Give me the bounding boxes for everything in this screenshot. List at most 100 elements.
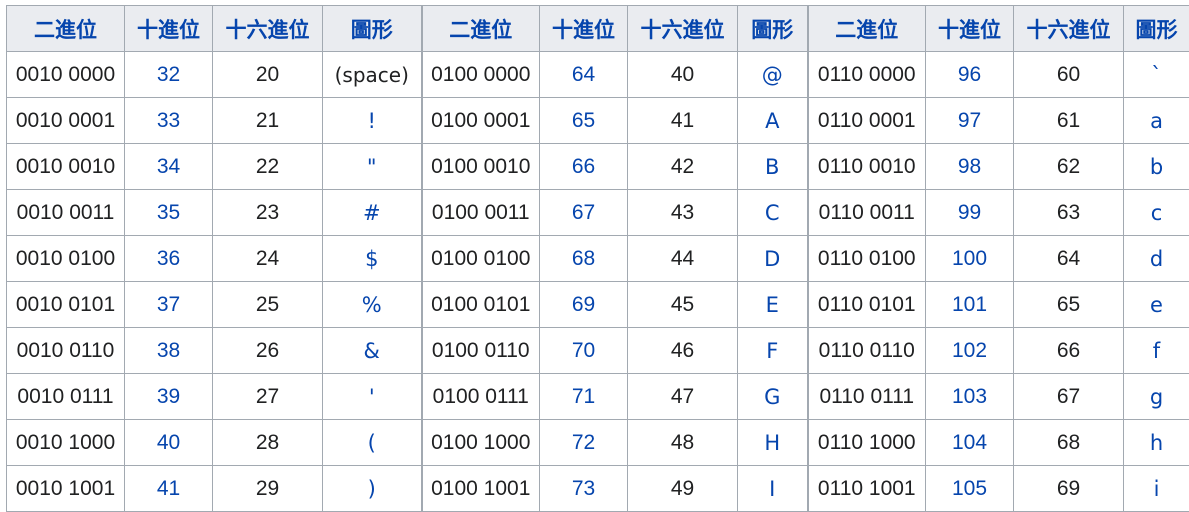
glyph-cell[interactable]: g (1124, 374, 1189, 420)
decimal-cell[interactable]: 103 (926, 374, 1014, 420)
glyph-cell-text[interactable]: F (766, 339, 778, 363)
decimal-cell-text[interactable]: 33 (157, 109, 180, 132)
header-hex-3[interactable]: 十六進位 (1014, 6, 1124, 52)
decimal-cell-text[interactable]: 73 (572, 477, 595, 500)
glyph-cell[interactable]: i (1124, 466, 1189, 512)
decimal-cell[interactable]: 64 (540, 52, 628, 98)
decimal-cell-text[interactable]: 104 (952, 431, 987, 454)
decimal-cell[interactable]: 73 (540, 466, 628, 512)
glyph-cell[interactable]: ! (323, 98, 422, 144)
glyph-cell[interactable]: # (323, 190, 422, 236)
decimal-cell-text[interactable]: 67 (572, 201, 595, 224)
decimal-cell-text[interactable]: 70 (572, 339, 595, 362)
glyph-cell-text[interactable]: " (367, 155, 377, 179)
header-label[interactable]: 二進位 (835, 18, 898, 42)
header-label[interactable]: 二進位 (34, 18, 97, 42)
decimal-cell-text[interactable]: 72 (572, 431, 595, 454)
decimal-cell[interactable]: 35 (125, 190, 213, 236)
header-label[interactable]: 圖形 (351, 18, 393, 42)
glyph-cell-text[interactable]: ' (369, 385, 375, 409)
decimal-cell-text[interactable]: 39 (157, 385, 180, 408)
glyph-cell[interactable]: a (1124, 98, 1189, 144)
decimal-cell[interactable]: 100 (926, 236, 1014, 282)
decimal-cell[interactable]: 72 (540, 420, 628, 466)
decimal-cell[interactable]: 38 (125, 328, 213, 374)
header-binary-1[interactable]: 二進位 (7, 6, 125, 52)
glyph-cell-text[interactable]: # (363, 201, 381, 225)
decimal-cell[interactable]: 96 (926, 52, 1014, 98)
decimal-cell[interactable]: 36 (125, 236, 213, 282)
decimal-cell-text[interactable]: 65 (572, 109, 595, 132)
glyph-cell[interactable]: f (1124, 328, 1189, 374)
glyph-cell[interactable]: % (323, 282, 422, 328)
decimal-cell[interactable]: 101 (926, 282, 1014, 328)
decimal-cell-text[interactable]: 64 (572, 63, 595, 86)
header-label[interactable]: 十六進位 (1027, 18, 1111, 42)
decimal-cell[interactable]: 40 (125, 420, 213, 466)
glyph-cell[interactable]: D (738, 236, 808, 282)
decimal-cell-text[interactable]: 41 (157, 477, 180, 500)
header-label[interactable]: 十六進位 (226, 18, 310, 42)
decimal-cell[interactable]: 98 (926, 144, 1014, 190)
header-decimal-3[interactable]: 十進位 (926, 6, 1014, 52)
glyph-cell[interactable]: @ (738, 52, 808, 98)
decimal-cell[interactable]: 102 (926, 328, 1014, 374)
glyph-cell[interactable]: d (1124, 236, 1189, 282)
header-label[interactable]: 圖形 (751, 18, 793, 42)
decimal-cell-text[interactable]: 105 (952, 477, 987, 500)
glyph-cell-text[interactable]: ` (1151, 63, 1162, 87)
glyph-cell-text[interactable]: ( (368, 431, 376, 455)
glyph-cell-text[interactable]: D (764, 247, 780, 271)
header-label[interactable]: 圖形 (1136, 18, 1178, 42)
header-glyph-3[interactable]: 圖形 (1124, 6, 1189, 52)
decimal-cell[interactable]: 71 (540, 374, 628, 420)
decimal-cell-text[interactable]: 103 (952, 385, 987, 408)
glyph-cell-text[interactable]: i (1154, 477, 1160, 501)
glyph-cell[interactable]: G (738, 374, 808, 420)
decimal-cell-text[interactable]: 34 (157, 155, 180, 178)
decimal-cell-text[interactable]: 35 (157, 201, 180, 224)
decimal-cell-text[interactable]: 66 (572, 155, 595, 178)
decimal-cell-text[interactable]: 98 (958, 155, 981, 178)
decimal-cell-text[interactable]: 71 (572, 385, 595, 408)
glyph-cell-text[interactable]: ) (368, 477, 376, 501)
glyph-cell[interactable]: (space) (323, 52, 422, 98)
glyph-cell[interactable]: E (738, 282, 808, 328)
glyph-cell-text[interactable]: d (1150, 247, 1163, 271)
header-hex-1[interactable]: 十六進位 (213, 6, 323, 52)
glyph-cell-text[interactable]: e (1150, 293, 1163, 317)
glyph-cell-text[interactable]: g (1150, 385, 1163, 409)
glyph-cell[interactable]: H (738, 420, 808, 466)
decimal-cell-text[interactable]: 99 (958, 201, 981, 224)
decimal-cell[interactable]: 69 (540, 282, 628, 328)
decimal-cell-text[interactable]: 40 (157, 431, 180, 454)
glyph-cell-text[interactable]: & (364, 339, 380, 363)
glyph-cell[interactable]: e (1124, 282, 1189, 328)
glyph-cell[interactable]: h (1124, 420, 1189, 466)
glyph-cell[interactable]: ) (323, 466, 422, 512)
decimal-cell[interactable]: 65 (540, 98, 628, 144)
glyph-cell-text[interactable]: E (766, 293, 779, 317)
decimal-cell-text[interactable]: 102 (952, 339, 987, 362)
decimal-cell[interactable]: 105 (926, 466, 1014, 512)
glyph-cell-text[interactable]: (space) (335, 63, 409, 87)
header-decimal-2[interactable]: 十進位 (540, 6, 628, 52)
decimal-cell-text[interactable]: 100 (952, 247, 987, 270)
decimal-cell[interactable]: 67 (540, 190, 628, 236)
decimal-cell-text[interactable]: 101 (952, 293, 987, 316)
header-label[interactable]: 十進位 (552, 18, 615, 42)
decimal-cell-text[interactable]: 96 (958, 63, 981, 86)
decimal-cell[interactable]: 34 (125, 144, 213, 190)
glyph-cell-text[interactable]: B (765, 155, 779, 179)
glyph-cell-text[interactable]: f (1153, 339, 1160, 363)
decimal-cell[interactable]: 39 (125, 374, 213, 420)
glyph-cell-text[interactable]: b (1150, 155, 1163, 179)
glyph-cell-text[interactable]: @ (762, 63, 783, 87)
glyph-cell-text[interactable]: a (1150, 109, 1163, 133)
glyph-cell[interactable]: " (323, 144, 422, 190)
header-label[interactable]: 十進位 (137, 18, 200, 42)
glyph-cell[interactable]: ( (323, 420, 422, 466)
decimal-cell-text[interactable]: 32 (157, 63, 180, 86)
glyph-cell[interactable]: C (738, 190, 808, 236)
glyph-cell[interactable]: F (738, 328, 808, 374)
